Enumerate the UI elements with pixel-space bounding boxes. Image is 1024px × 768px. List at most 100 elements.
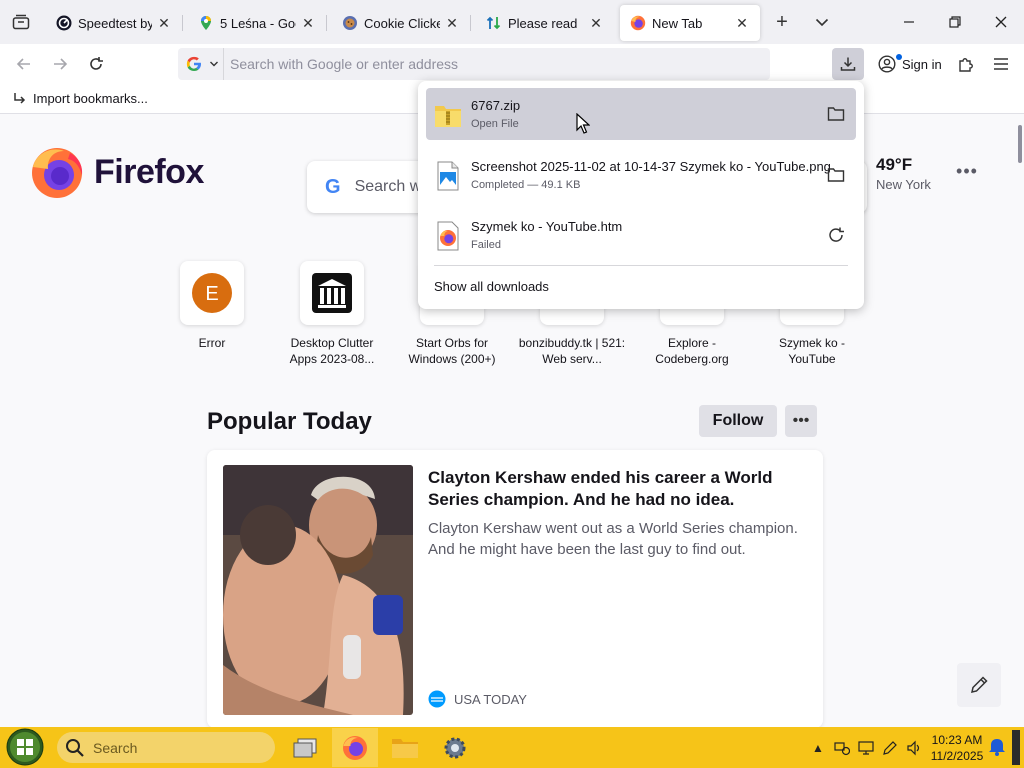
restore-button[interactable] (932, 0, 978, 44)
tray-overflow-button[interactable]: ▲ (806, 736, 830, 760)
show-in-folder-button[interactable] (824, 163, 848, 187)
shortcut-label: bonzibuddy.tk | 521: Web serv... (518, 336, 626, 366)
customize-button[interactable] (957, 663, 1001, 707)
shortcut-tile[interactable]: E (180, 261, 244, 325)
retry-download-button[interactable] (824, 223, 848, 247)
tray-volume[interactable] (902, 736, 926, 760)
arrow-right-icon (54, 58, 68, 70)
shortcut-label: Desktop Clutter Apps 2023-08... (289, 336, 375, 366)
minimize-button[interactable] (886, 0, 932, 44)
download-item-zip[interactable]: 6767.zip Open File (426, 88, 856, 140)
extensions-button[interactable] (950, 48, 982, 80)
image-file-icon (437, 161, 459, 191)
restore-icon (949, 16, 961, 28)
letter-e-icon: E (192, 273, 232, 313)
new-tab-button[interactable]: + (762, 4, 802, 40)
tab-please-read[interactable]: Please read ✕ (476, 5, 614, 41)
tab-title: New Tab (652, 15, 703, 31)
folder-icon (827, 107, 845, 121)
download-item-htm[interactable]: Szymek ko - YouTube.htm Failed (426, 209, 856, 261)
follow-button[interactable]: Follow (699, 405, 777, 437)
tab-separator (470, 15, 471, 31)
back-button[interactable] (6, 48, 42, 80)
weather-menu-button[interactable]: ••• (952, 161, 982, 185)
tray-pen[interactable] (878, 736, 902, 760)
download-item-screenshot[interactable]: Screenshot 2025-11-02 at 10-14-37 Szymek… (426, 149, 856, 201)
tab-separator (326, 15, 327, 31)
address-bar[interactable]: Search with Google or enter address (178, 48, 770, 80)
gear-icon (444, 737, 466, 758)
shortcut-label: Szymek ko - YouTube (778, 336, 845, 366)
firefox-logo-icon (32, 148, 83, 198)
close-window-button[interactable] (978, 0, 1024, 44)
speedtest-icon (56, 15, 72, 31)
columns-building-icon (312, 273, 352, 313)
tab-title: Speedtest by Ookla (78, 15, 152, 31)
folder-icon (827, 168, 845, 182)
tab-overview-button[interactable] (0, 0, 42, 44)
shortcut-tile[interactable] (300, 261, 364, 325)
close-icon[interactable]: ✕ (444, 15, 460, 31)
download-filename: 6767.zip (471, 98, 521, 113)
import-bookmarks-button[interactable]: Import bookmarks... (12, 91, 148, 107)
shortcut-desktop-clutter[interactable]: Desktop Clutter Apps 2023-08... (272, 261, 392, 367)
tab-strip: Speedtest by Ookla ✕ 5 Leśna - Google Ma… (0, 0, 1024, 44)
weather-temperature: 49°F (876, 155, 913, 174)
firefox-file-icon (437, 221, 459, 251)
chevron-up-icon: ▲ (812, 740, 824, 755)
cookie-clicker-icon (343, 16, 357, 30)
clock-date: 11/2/2025 (930, 749, 984, 763)
shortcut-label: Explore - Codeberg.org (655, 336, 729, 366)
story-source: USA TODAY (428, 690, 527, 708)
close-icon[interactable]: ✕ (156, 15, 172, 31)
chevron-down-icon (210, 61, 218, 67)
taskbar-search[interactable]: Search (57, 732, 275, 763)
notifications-button[interactable] (988, 736, 1008, 758)
list-all-tabs-button[interactable] (802, 4, 842, 40)
forward-button[interactable] (42, 48, 78, 80)
task-view-icon (293, 738, 317, 757)
search-icon (66, 738, 84, 757)
tab-google-maps[interactable]: 5 Leśna - Google Maps ✕ (188, 5, 327, 41)
chevron-down-icon (815, 18, 829, 27)
tray-display[interactable] (854, 736, 878, 760)
tab-cookie-clicker[interactable]: Cookie Clicker ✕ (332, 5, 471, 41)
taskbar-settings[interactable] (432, 728, 478, 767)
taskbar-clock[interactable]: 10:23 AM 11/2/2025 (926, 732, 988, 764)
taskbar-file-explorer[interactable] (382, 728, 428, 767)
volume-icon (907, 740, 920, 755)
tab-title: Please read (508, 15, 578, 31)
taskbar: Search ▲ 10:23 AM 11/2/2025 (0, 727, 1024, 768)
close-icon[interactable]: ✕ (300, 15, 316, 31)
firefox-icon (630, 15, 646, 31)
google-g-icon (186, 56, 201, 71)
firefox-wordmark: Firefox (94, 152, 204, 191)
show-in-folder-button[interactable] (824, 102, 848, 126)
section-menu-button[interactable]: ••• (785, 405, 817, 437)
tab-speedtest[interactable]: Speedtest by Ookla ✕ (46, 5, 183, 41)
story-headline[interactable]: Clayton Kershaw ended his career a World… (428, 467, 813, 511)
app-menu-button[interactable] (985, 48, 1017, 80)
show-all-downloads-link[interactable]: Show all downloads (434, 279, 549, 294)
tray-network[interactable] (830, 736, 854, 760)
taskbar-task-view[interactable] (282, 728, 328, 767)
search-engine-selector[interactable] (178, 48, 224, 80)
arrow-left-icon (16, 58, 30, 70)
story-card[interactable]: Clayton Kershaw ended his career a World… (207, 450, 823, 727)
page-scrollbar[interactable] (1018, 125, 1022, 163)
weather-city: New York (876, 177, 931, 192)
downloads-button[interactable] (832, 48, 864, 80)
start-button[interactable] (6, 728, 44, 766)
story-thumbnail (223, 465, 413, 715)
import-arrow-icon (14, 92, 26, 104)
taskbar-firefox[interactable] (332, 728, 378, 767)
shortcut-error[interactable]: E Error (152, 261, 272, 367)
close-icon[interactable]: ✕ (588, 15, 604, 31)
close-icon[interactable]: ✕ (734, 15, 750, 31)
show-desktop-button[interactable] (1012, 730, 1020, 765)
tab-new-tab[interactable]: New Tab ✕ (620, 5, 760, 41)
weather-widget[interactable]: 49°F New York (876, 155, 931, 192)
download-status: Completed — 49.1 KB (471, 179, 581, 191)
sign-in-button[interactable]: Sign in (870, 48, 950, 80)
reload-button[interactable] (78, 48, 114, 80)
